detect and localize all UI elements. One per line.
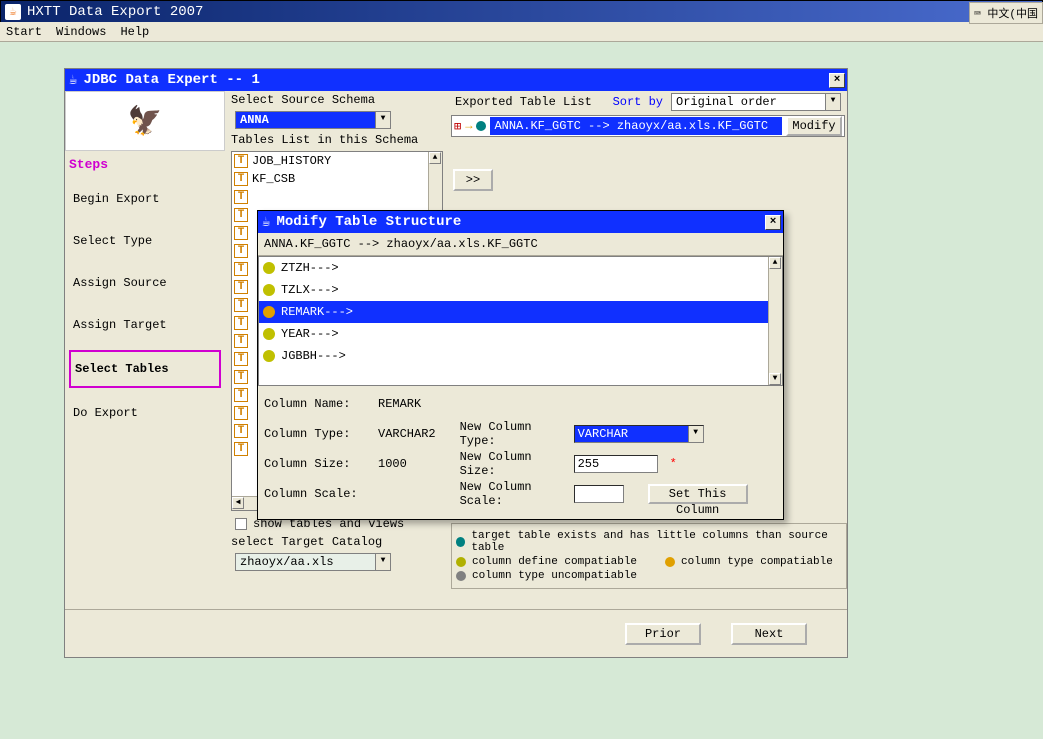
- scroll-up-icon[interactable]: ▲: [769, 257, 781, 269]
- step-assign-source[interactable]: Assign Source: [65, 262, 225, 304]
- status-icon: [263, 350, 275, 362]
- app-titlebar: ☕ HXTT Data Export 2007: [0, 0, 1043, 22]
- legend-dot-orange-icon: [665, 557, 675, 567]
- new-scale-input[interactable]: [574, 485, 624, 503]
- status-icon: [263, 284, 275, 296]
- column-row[interactable]: YEAR--->: [259, 323, 782, 345]
- menubar: Start Windows Help: [0, 22, 1043, 42]
- col-type-label: Column Type:: [264, 427, 370, 441]
- table-icon: T: [234, 154, 248, 168]
- set-column-button[interactable]: Set This Column: [648, 484, 748, 504]
- column-list[interactable]: ZTZH---> TZLX---> REMARK---> YEAR---> JG…: [258, 256, 783, 386]
- wizard-title: JDBC Data Expert -- 1: [83, 72, 259, 88]
- java-icon: ☕: [262, 214, 270, 231]
- required-asterisk-icon: *: [670, 457, 677, 471]
- app-title: HXTT Data Export 2007: [27, 4, 203, 20]
- col-type-value: VARCHAR2: [378, 427, 436, 441]
- menu-help[interactable]: Help: [120, 25, 149, 39]
- column-row[interactable]: JGBBH--->: [259, 345, 782, 367]
- chevron-down-icon[interactable]: ▼: [825, 94, 840, 110]
- table-row[interactable]: TJOB_HISTORY: [232, 152, 442, 170]
- prior-button[interactable]: Prior: [625, 623, 701, 645]
- column-row[interactable]: ZTZH--->: [259, 257, 782, 279]
- scroll-down-icon[interactable]: ▼: [769, 373, 781, 385]
- chevron-down-icon[interactable]: ▼: [375, 112, 390, 128]
- sortby-label: Sort by: [613, 95, 663, 109]
- legend-dot-teal-icon: [456, 537, 465, 547]
- export-column: Exported Table List Sort by Original ord…: [451, 91, 845, 137]
- sortby-select[interactable]: Original order ▼: [671, 93, 841, 111]
- col-name-label: Column Name:: [264, 397, 370, 411]
- new-scale-label: New Column Scale:: [460, 480, 566, 508]
- table-row[interactable]: TKF_CSB: [232, 170, 442, 188]
- chevron-down-icon[interactable]: ▼: [688, 426, 703, 442]
- new-size-input[interactable]: 255: [574, 455, 658, 473]
- legend-panel: target table exists and has little colum…: [451, 523, 847, 589]
- dialog-titlebar: ☕ Modify Table Structure ×: [258, 211, 783, 233]
- steps-sidebar: 🦅 Steps Begin Export Select Type Assign …: [65, 91, 225, 621]
- column-row-selected[interactable]: REMARK--->: [259, 301, 782, 323]
- nav-bar: Prior Next: [65, 609, 847, 657]
- step-do-export[interactable]: Do Export: [65, 392, 225, 434]
- step-begin-export[interactable]: Begin Export: [65, 178, 225, 220]
- legend-dot-gray-icon: [456, 571, 466, 581]
- scrollbar-vertical[interactable]: ▲ ▼: [768, 257, 782, 385]
- legend-dot-green-icon: [456, 557, 466, 567]
- close-icon[interactable]: ×: [765, 215, 781, 230]
- modify-button[interactable]: Modify: [786, 116, 842, 136]
- step-select-tables[interactable]: Select Tables: [69, 350, 221, 388]
- dialog-title: Modify Table Structure: [276, 214, 461, 230]
- chevron-down-icon[interactable]: ▼: [375, 554, 390, 570]
- target-catalog-label: select Target Catalog: [227, 533, 447, 551]
- new-type-select[interactable]: VARCHAR ▼: [574, 425, 704, 443]
- checkbox-icon[interactable]: [235, 518, 247, 530]
- status-dot-icon: [476, 121, 486, 131]
- close-icon[interactable]: ×: [829, 73, 845, 88]
- col-size-label: Column Size:: [264, 457, 370, 471]
- export-row[interactable]: ⊞ → ANNA.KF_GGTC --> zhaoyx/aa.xls.KF_GG…: [452, 116, 844, 136]
- col-scale-label: Column Scale:: [264, 487, 370, 501]
- expand-icon[interactable]: ⊞: [454, 119, 461, 134]
- dialog-subtitle: ANNA.KF_GGTC --> zhaoyx/aa.xls.KF_GGTC: [258, 233, 783, 256]
- target-catalog-select[interactable]: zhaoyx/aa.xls ▼: [235, 553, 391, 571]
- col-size-value: 1000: [378, 457, 407, 471]
- col-name-value: REMARK: [378, 397, 421, 411]
- column-form: Column Name:REMARK Column Type:VARCHAR2 …: [258, 386, 783, 512]
- table-icon: T: [234, 172, 248, 186]
- scroll-up-icon[interactable]: ▲: [429, 152, 441, 164]
- status-icon: [263, 306, 275, 318]
- java-icon: ☕: [5, 4, 21, 20]
- status-icon: [263, 262, 275, 274]
- source-schema-label: Select Source Schema: [227, 91, 447, 109]
- step-select-type[interactable]: Select Type: [65, 220, 225, 262]
- step-assign-target[interactable]: Assign Target: [65, 304, 225, 346]
- ime-indicator[interactable]: ⌨ 中文(中国: [969, 2, 1043, 24]
- wizard-titlebar: ☕ JDBC Data Expert -- 1 ×: [65, 69, 847, 91]
- modify-table-dialog: ☕ Modify Table Structure × ANNA.KF_GGTC …: [257, 210, 784, 520]
- keyboard-icon: ⌨: [974, 9, 981, 21]
- exported-list-label: Exported Table List: [455, 95, 592, 109]
- move-right-button[interactable]: >>: [453, 169, 493, 191]
- menu-start[interactable]: Start: [6, 25, 42, 39]
- arrow-icon: →: [465, 119, 472, 133]
- next-button[interactable]: Next: [731, 623, 807, 645]
- menu-windows[interactable]: Windows: [56, 25, 106, 39]
- eagle-image: 🦅: [65, 91, 225, 151]
- scroll-left-icon[interactable]: ◀: [232, 497, 244, 509]
- column-row[interactable]: TZLX--->: [259, 279, 782, 301]
- exported-table-list[interactable]: ⊞ → ANNA.KF_GGTC --> zhaoyx/aa.xls.KF_GG…: [451, 115, 845, 137]
- new-size-label: New Column Size:: [460, 450, 566, 478]
- java-icon: ☕: [69, 72, 77, 89]
- steps-heading: Steps: [65, 151, 225, 178]
- source-schema-select[interactable]: ANNA ▼: [235, 111, 391, 129]
- status-icon: [263, 328, 275, 340]
- new-type-label: New Column Type:: [460, 420, 566, 448]
- tables-list-label: Tables List in this Schema: [227, 131, 447, 149]
